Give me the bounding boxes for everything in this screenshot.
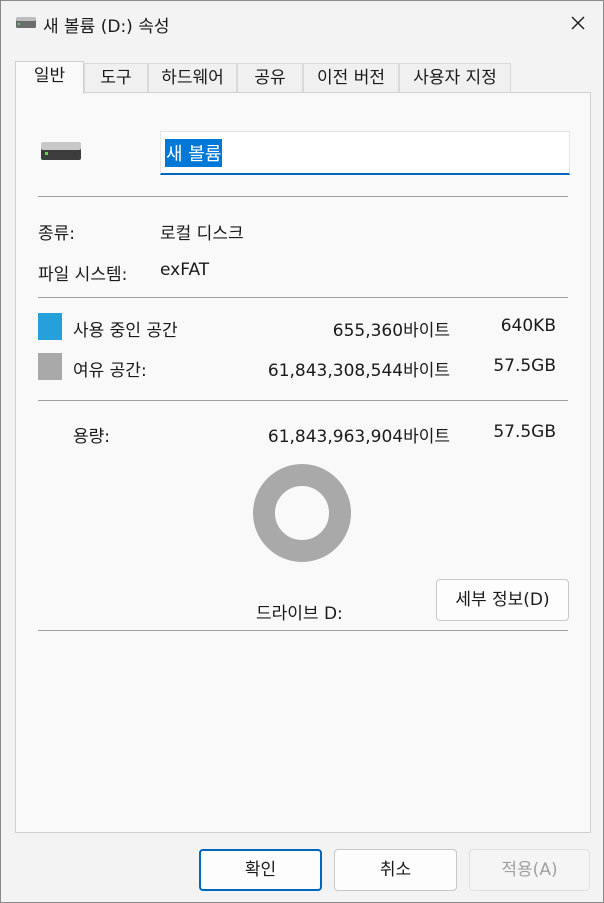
volume-name-input[interactable]: 새 볼륨 xyxy=(160,131,570,175)
type-value: 로컬 디스크 xyxy=(160,224,244,244)
tab-strip: 일반 도구 하드웨어 공유 이전 버전 사용자 지정 xyxy=(15,61,589,94)
free-space-ring xyxy=(253,464,351,562)
free-space-label: 여유 공간: xyxy=(73,361,147,381)
tab-hardware[interactable]: 하드웨어 xyxy=(148,63,237,93)
separator xyxy=(38,196,568,197)
free-space-swatch xyxy=(38,353,62,380)
tab-previous-versions[interactable]: 이전 버전 xyxy=(303,63,399,93)
general-panel: 새 볼륨 종류: 로컬 디스크 파일 시스템: exFAT 사용 중인 공간 6… xyxy=(15,92,591,833)
usage-donut-chart xyxy=(252,463,352,563)
cancel-button[interactable]: 취소 xyxy=(334,849,457,891)
title-bar: 새 볼륨 (D:) 속성 xyxy=(1,1,603,45)
free-space-bytes: 61,843,308,544바이트 xyxy=(267,361,450,381)
used-space-bytes: 655,360바이트 xyxy=(332,321,450,341)
separator xyxy=(38,630,568,631)
close-icon xyxy=(571,16,585,30)
used-space-label: 사용 중인 공간 xyxy=(73,321,178,341)
properties-window: 새 볼륨 (D:) 속성 일반 도구 하드웨어 공유 이전 버전 사용자 지정 … xyxy=(0,0,604,903)
disk-details-button[interactable]: 세부 정보(D) xyxy=(436,579,569,621)
separator xyxy=(38,400,568,401)
tab-general[interactable]: 일반 xyxy=(15,61,84,94)
apply-button[interactable]: 적용(A) xyxy=(469,849,590,891)
used-space-swatch xyxy=(38,313,62,340)
tab-sharing[interactable]: 공유 xyxy=(237,63,303,93)
filesystem-value: exFAT xyxy=(160,260,210,280)
window-title: 새 볼륨 (D:) 속성 xyxy=(43,17,170,37)
filesystem-label: 파일 시스템: xyxy=(38,265,128,285)
close-button[interactable] xyxy=(553,1,603,45)
type-label: 종류: xyxy=(38,224,76,244)
capacity-short: 57.5GB xyxy=(493,422,556,442)
volume-name-text: 새 볼륨 xyxy=(165,138,223,167)
capacity-bytes: 61,843,963,904바이트 xyxy=(267,427,450,447)
free-space-short: 57.5GB xyxy=(493,356,556,376)
tab-customize[interactable]: 사용자 지정 xyxy=(399,63,511,93)
ok-button[interactable]: 확인 xyxy=(199,849,322,891)
used-space-short: 640KB xyxy=(500,316,556,336)
separator xyxy=(38,297,568,298)
tab-tools[interactable]: 도구 xyxy=(84,63,148,93)
capacity-label: 용량: xyxy=(73,427,111,447)
drive-large-icon xyxy=(41,142,81,160)
drive-letter-label: 드라이브 D: xyxy=(256,604,343,624)
drive-icon xyxy=(16,17,36,28)
